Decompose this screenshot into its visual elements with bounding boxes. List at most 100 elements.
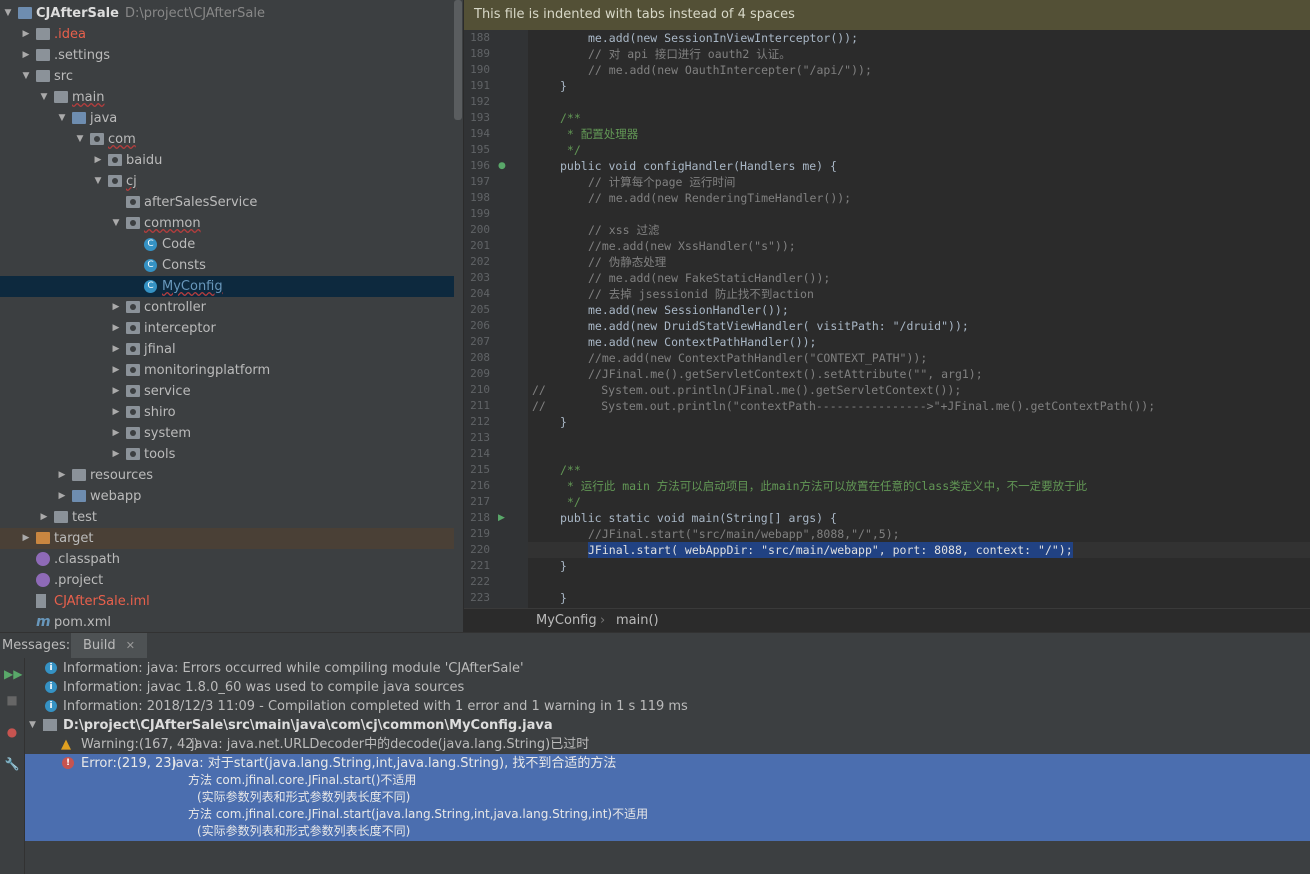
tree-item[interactable]: ▼ cj [0, 171, 454, 192]
tree-item[interactable]: ▶ service [0, 381, 454, 402]
line-number: 202 [470, 255, 490, 268]
breadcrumb-class[interactable]: MyConfig [536, 609, 597, 633]
code-editor[interactable]: me.add(new SessionInViewInterceptor()); /… [528, 30, 1310, 608]
line-number: 197 [470, 175, 490, 188]
line-number: 211 [470, 399, 490, 412]
chevron-down-icon[interactable]: ▼ [29, 716, 36, 735]
chevron-right-icon[interactable]: ▶ [56, 465, 68, 486]
tree-item[interactable]: ▶ .idea [0, 24, 454, 45]
info-icon: i [45, 700, 57, 712]
tree-item[interactable]: ▶ system [0, 423, 454, 444]
chevron-right-icon[interactable]: ▶ [110, 339, 122, 360]
chevron-down-icon[interactable]: ▼ [110, 213, 122, 234]
chevron-down-icon[interactable]: ▼ [38, 87, 50, 108]
code-line: me.add(new ContextPathHandler()); [588, 335, 817, 349]
tree-item[interactable]: ▼ common [0, 213, 454, 234]
tree-item[interactable]: ▶ controller [0, 297, 454, 318]
tree-item[interactable]: ▶ tools [0, 444, 454, 465]
tree-item-label: pom.xml [54, 615, 111, 630]
error-detail-text: (实际参数列表和形式参数列表长度不同) [197, 824, 411, 838]
code-line: // 去掉 jsessionid 防止找不到action [588, 287, 814, 301]
file-path: D:\project\CJAfterSale\src\main\java\com… [63, 718, 553, 733]
tree-item[interactable]: ▼ main [0, 87, 454, 108]
warning-row[interactable]: ▲ Warning:(167, 42) java: java.net.URLDe… [25, 735, 1310, 754]
tree-scrollbar[interactable] [454, 0, 462, 120]
code-line: * 配置处理器 [560, 127, 639, 141]
chevron-right-icon[interactable]: ▶ [110, 318, 122, 339]
source-folder-icon [72, 112, 86, 124]
tree-item[interactable]: C MyConfig [0, 276, 454, 297]
line-number: 192 [470, 95, 490, 108]
file-row[interactable]: ▼ D:\project\CJAfterSale\src\main\java\c… [25, 716, 1310, 735]
tree-item-label: target [54, 531, 94, 546]
tree-item[interactable]: .project [0, 570, 454, 591]
tree-item[interactable]: afterSalesService [0, 192, 454, 213]
chevron-right-icon[interactable]: ▶ [110, 297, 122, 318]
line-number: 209 [470, 367, 490, 380]
line-number: 215 [470, 463, 490, 476]
tree-item[interactable]: .classpath [0, 549, 454, 570]
chevron-down-icon[interactable]: ▼ [2, 3, 14, 24]
tree-item[interactable]: ▼ CJAfterSale D:\project\CJAfterSale [0, 3, 454, 24]
chevron-right-icon[interactable]: ▶ [92, 150, 104, 171]
tree-item[interactable]: CJAfterSale.iml [0, 591, 454, 612]
wrench-icon[interactable]: 🔧 [4, 756, 20, 772]
chevron-right-icon[interactable]: ▶ [110, 423, 122, 444]
chevron-right-icon[interactable]: ▶ [56, 486, 68, 507]
chevron-right-icon[interactable]: ▶ [110, 444, 122, 465]
close-icon[interactable]: ✕ [126, 639, 135, 652]
code-line: // System.out.println("contextPath------… [532, 399, 1156, 413]
tree-item[interactable]: ▶ target [0, 528, 454, 549]
tree-item[interactable]: ▶ resources [0, 465, 454, 486]
package-icon [126, 427, 140, 439]
tree-item[interactable]: ▶ webapp [0, 486, 454, 507]
tree-item[interactable]: ▼ com [0, 129, 454, 150]
chevron-right-icon[interactable]: ▶ [110, 360, 122, 381]
tree-item-label: afterSalesService [144, 195, 258, 210]
chevron-right-icon[interactable]: ▶ [38, 507, 50, 528]
code-line: // 伪静态处理 [588, 255, 667, 269]
chevron-down-icon[interactable]: ▼ [92, 171, 104, 192]
tree-item[interactable]: ▼ java [0, 108, 454, 129]
breadcrumb-method[interactable]: main() [616, 609, 659, 633]
chevron-right-icon[interactable]: ▶ [110, 402, 122, 423]
tree-item[interactable]: C Consts [0, 255, 454, 276]
tab-build[interactable]: Build ✕ [71, 633, 147, 659]
tree-item[interactable]: m pom.xml [0, 612, 454, 632]
message-row[interactable]: i Information: 2018/12/3 11:09 - Compila… [25, 697, 1310, 716]
code-line: // me.add(new RenderingTimeHandler()); [588, 191, 852, 205]
tree-item[interactable]: ▶ test [0, 507, 454, 528]
package-icon [126, 448, 140, 460]
tree-item[interactable]: C Code [0, 234, 454, 255]
rerun-icon[interactable]: ▶▶ [4, 666, 22, 682]
info-icon: i [45, 662, 57, 674]
override-icon[interactable]: ● [498, 158, 508, 174]
message-row[interactable]: i Information: java: Errors occurred whi… [25, 659, 1310, 678]
run-icon[interactable]: ▶ [498, 510, 508, 526]
chevron-down-icon[interactable]: ▼ [74, 129, 86, 150]
tree-item-label: test [72, 510, 97, 525]
chevron-right-icon[interactable]: ▶ [20, 528, 32, 549]
tree-item[interactable]: ▶ interceptor [0, 318, 454, 339]
tree-item[interactable]: ▼ src [0, 66, 454, 87]
chevron-right-icon[interactable]: ▶ [20, 45, 32, 66]
chevron-right-icon[interactable]: ▶ [20, 24, 32, 45]
tree-item[interactable]: ▶ jfinal [0, 339, 454, 360]
message-row[interactable]: i Information: javac 1.8.0_60 was used t… [25, 678, 1310, 697]
chevron-down-icon[interactable]: ▼ [56, 108, 68, 129]
code-line: /** [560, 463, 581, 477]
package-icon [126, 196, 140, 208]
code-line: // System.out.println(JFinal.me().getSer… [532, 383, 962, 397]
tree-item[interactable]: ▶ shiro [0, 402, 454, 423]
chevron-right-icon[interactable]: ▶ [110, 381, 122, 402]
line-number: 190 [470, 63, 490, 76]
tree-item[interactable]: ▶ monitoringplatform [0, 360, 454, 381]
tree-item[interactable]: ▶ .settings [0, 45, 454, 66]
code-line: } [560, 415, 567, 429]
stop-icon[interactable]: ■ [4, 692, 20, 708]
tree-item[interactable]: ▶ baidu [0, 150, 454, 171]
chevron-down-icon[interactable]: ▼ [20, 66, 32, 87]
package-icon [126, 343, 140, 355]
messages-header: Messages: Build ✕ [0, 632, 1310, 659]
error-filter-icon[interactable]: ● [4, 724, 20, 740]
